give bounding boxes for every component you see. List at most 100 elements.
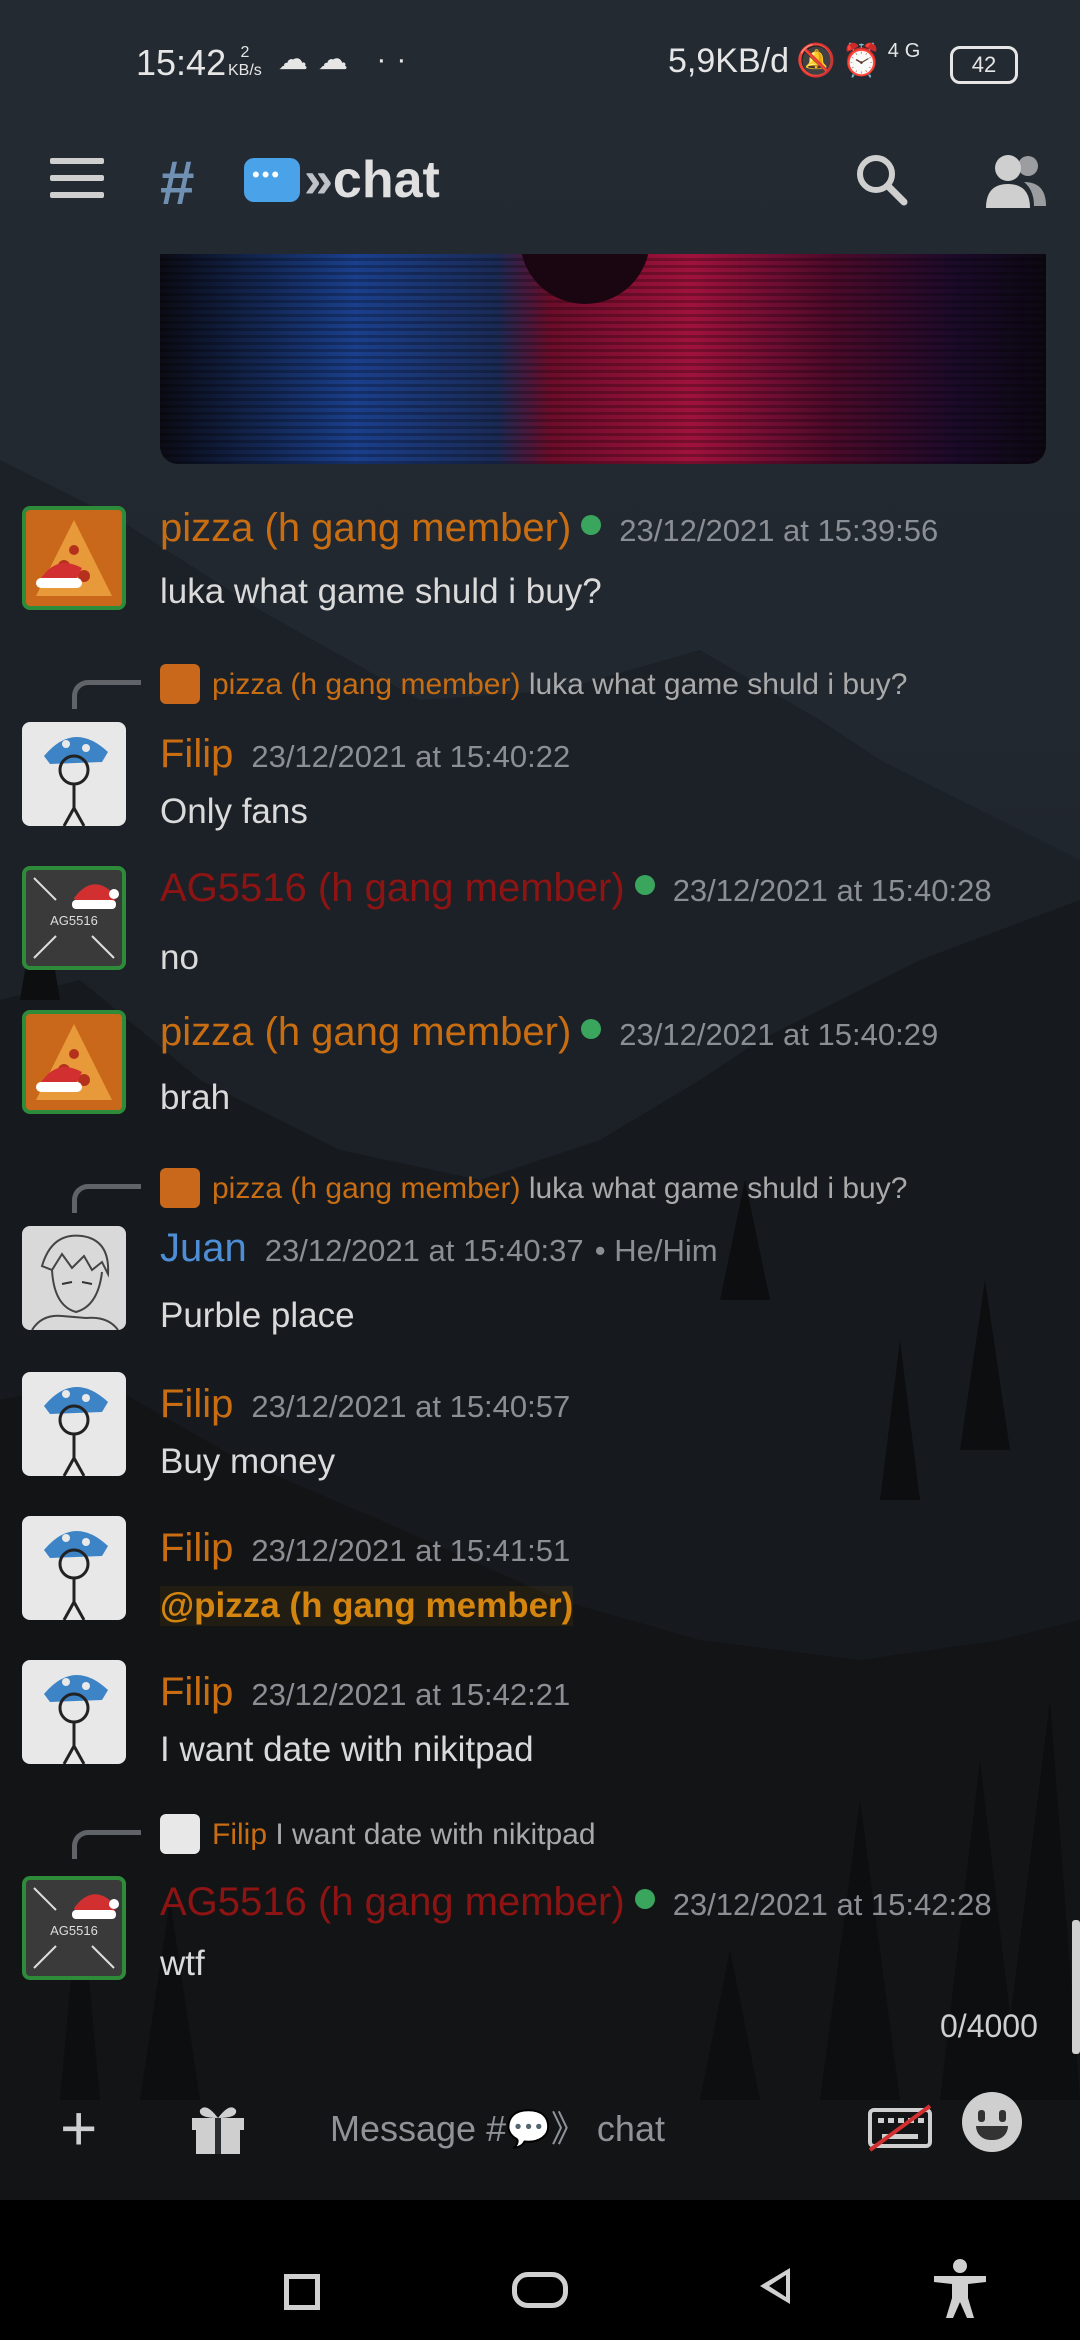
pizza-santa-avatar-icon: [36, 520, 112, 596]
keyboard-toggle-button[interactable]: [868, 2104, 932, 2152]
hamburger-line: [50, 192, 104, 198]
timestamp: 23/12/2021 at 15:40:22: [251, 739, 571, 774]
reply-connector: [72, 680, 141, 709]
status-speed-value: 2: [240, 44, 250, 61]
status-bar: 15:42 2 KB/s ☁☁ ·· 5,9KB/d 🔕⏰4G 42: [0, 0, 1080, 120]
members-icon: [986, 155, 1046, 208]
reply-preview[interactable]: pizza (h gang member) luka what game shu…: [160, 1168, 907, 1208]
reply-text: I want date with nikitpad: [275, 1818, 596, 1851]
author-name[interactable]: pizza (h gang member): [160, 1010, 571, 1054]
message-text: Purble place: [160, 1296, 355, 1335]
author-name[interactable]: Filip: [160, 1670, 233, 1714]
image-attachment[interactable]: [160, 254, 1046, 464]
back-button[interactable]: [760, 2268, 790, 2304]
online-status-dot: [634, 1889, 655, 1909]
timestamp: 23/12/2021 at 15:40:37: [264, 1233, 584, 1268]
avatar-pizza[interactable]: [22, 506, 126, 610]
menu-button[interactable]: [50, 158, 104, 202]
locked-channel-icon: #: [160, 149, 195, 218]
timestamp: 23/12/2021 at 15:40:57: [251, 1389, 571, 1424]
online-status-dot: [581, 1019, 602, 1039]
message-text: wtf: [160, 1944, 205, 1983]
cloud-upload-icon: ☁☁ ··: [278, 43, 417, 76]
signal-icon: 4G: [887, 40, 927, 62]
message-text: no: [160, 938, 199, 977]
members-button[interactable]: [980, 150, 1050, 210]
reply-author: Filip: [212, 1818, 268, 1851]
avatar-filip[interactable]: [22, 1372, 126, 1476]
pronouns: • He/Him: [594, 1233, 718, 1268]
reply-author: pizza (h gang member): [212, 668, 521, 701]
chevron-icon: »: [304, 151, 333, 209]
reply-connector: [72, 1830, 141, 1859]
mute-bell-icon: 🔕: [796, 42, 842, 78]
reply-preview[interactable]: pizza (h gang member) luka what game shu…: [160, 664, 907, 704]
message-text: I want date with nikitpad: [160, 1730, 534, 1769]
reply-author: pizza (h gang member): [212, 1172, 521, 1205]
avatar-ag5516[interactable]: AG5516: [22, 1876, 126, 1980]
stickman-mushroom-avatar-icon: [44, 1530, 108, 1620]
status-time: 15:42: [136, 42, 227, 83]
message-composer: +: [0, 2078, 1080, 2188]
battery-indicator: 42: [950, 46, 1018, 84]
mini-avatar: [160, 1168, 200, 1208]
user-mention[interactable]: @pizza (h gang member): [160, 1586, 574, 1626]
avatar-filip[interactable]: [22, 722, 126, 826]
status-network-speed: 5,9KB/d: [668, 42, 789, 80]
hamburger-line: [50, 158, 104, 164]
message-text: Buy money: [160, 1442, 336, 1481]
mini-avatar: [160, 1814, 200, 1854]
accessibility-icon: [934, 2259, 986, 2318]
avatar-juan[interactable]: [22, 1226, 126, 1330]
author-name[interactable]: Filip: [160, 732, 233, 776]
avatar-filip[interactable]: [22, 1516, 126, 1620]
reply-text: luka what game shuld i buy?: [528, 668, 908, 701]
author-name[interactable]: AG5516 (h gang member): [160, 866, 625, 910]
hamburger-line: [50, 175, 104, 181]
status-icons: 🔕⏰4G: [796, 40, 926, 79]
author-name[interactable]: Filip: [160, 1382, 233, 1426]
message-input[interactable]: [328, 2096, 852, 2162]
add-attachment-button[interactable]: +: [60, 2096, 97, 2160]
ag5516-avatar-icon: AG5516: [33, 877, 119, 959]
author-name[interactable]: AG5516 (h gang member): [160, 1880, 625, 1924]
reply-text: luka what game shuld i buy?: [528, 1172, 908, 1205]
accessibility-button[interactable]: [930, 2258, 990, 2320]
emoji-button[interactable]: [962, 2092, 1022, 2152]
timestamp: 23/12/2021 at 15:39:56: [619, 513, 939, 548]
stickman-mushroom-avatar-icon: [44, 736, 108, 826]
status-speed-unit: KB/s: [228, 62, 262, 79]
status-speed-indicator: 2 KB/s: [228, 44, 262, 80]
avatar-pizza[interactable]: [22, 1010, 126, 1114]
search-button[interactable]: [852, 150, 912, 210]
recents-button[interactable]: [284, 2274, 320, 2310]
svg-text:AG5516: AG5516: [50, 913, 98, 928]
character-counter: 0/4000: [940, 2008, 1038, 2044]
speech-bubble-icon: [244, 158, 300, 202]
stickman-mushroom-avatar-icon: [44, 1386, 108, 1476]
message-text: luka what game shuld i buy?: [160, 572, 602, 611]
timestamp: 23/12/2021 at 15:42:28: [672, 1887, 992, 1922]
reply-preview[interactable]: Filip I want date with nikitpad: [160, 1814, 596, 1854]
channel-header: # »chat: [0, 130, 1080, 230]
ag5516-avatar-icon: AG5516: [33, 1887, 119, 1969]
scrollbar-thumb[interactable]: [1072, 1920, 1080, 2054]
avatar-filip[interactable]: [22, 1660, 126, 1764]
avatar-ag5516[interactable]: AG5516: [22, 866, 126, 970]
author-name[interactable]: pizza (h gang member): [160, 506, 571, 550]
home-button[interactable]: [512, 2272, 568, 2308]
search-icon: [857, 155, 908, 206]
pizza-santa-avatar-icon: [36, 1024, 112, 1100]
keyboard-off-icon: [868, 2104, 932, 2152]
gift-button[interactable]: [188, 2100, 248, 2156]
timestamp: 23/12/2021 at 15:40:29: [619, 1017, 939, 1052]
svg-text:AG5516: AG5516: [50, 1923, 98, 1938]
author-name[interactable]: Filip: [160, 1526, 233, 1570]
author-name[interactable]: Juan: [160, 1226, 247, 1270]
message-text: Only fans: [160, 792, 308, 831]
timestamp: 23/12/2021 at 15:42:21: [251, 1677, 571, 1712]
reply-connector: [72, 1184, 141, 1213]
stickman-mushroom-avatar-icon: [44, 1674, 108, 1764]
timestamp: 23/12/2021 at 15:41:51: [251, 1533, 571, 1568]
message-text: brah: [160, 1078, 231, 1117]
